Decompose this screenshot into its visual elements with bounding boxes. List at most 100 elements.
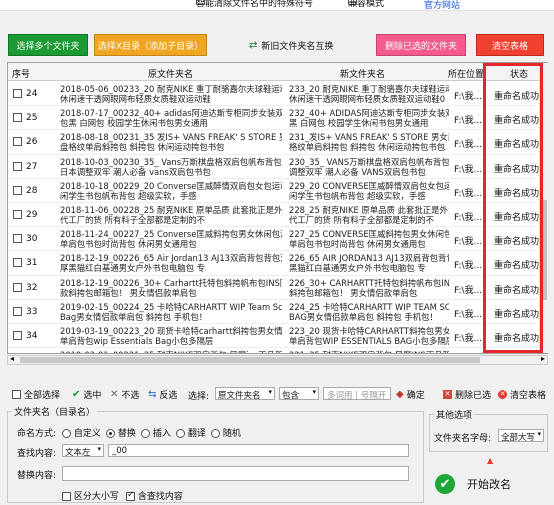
mode-random-label: 随机 [222, 429, 241, 439]
row-original-name-line1: 2018-05-06_00233_20 耐克NIKE 重丁耐骆嘉尔夫球鞋运动 [60, 84, 282, 94]
select-all-checkbox-group[interactable]: 全部选择 [12, 388, 60, 401]
mode-random-option[interactable]: 随机 [211, 426, 241, 439]
mode-translate-option[interactable]: 翻译 [176, 426, 206, 439]
row-checkbox[interactable] [13, 306, 22, 316]
find-input[interactable]: _00 [108, 444, 409, 457]
row-location: F:\我... [454, 285, 483, 296]
find-type-select[interactable]: 文本左 ▾ [62, 444, 104, 458]
row-original-name-line2: 日本调整双牢 潮人必备 vans双肩包书包 [60, 166, 211, 177]
row-original-name: 2018-11-06_00228_25 耐克NIKE 原单品质 此套批正是外贸代… [60, 205, 282, 225]
mode-replace-option[interactable]: 替换 [106, 426, 136, 439]
row-number: 25 [26, 113, 38, 124]
replace-label: 替换内容: [17, 471, 57, 481]
row-checkbox[interactable] [13, 234, 22, 244]
case-sensitive-label: 区分大小写 [73, 492, 119, 502]
field-select-value: 原文件夹名 [218, 391, 261, 401]
select-x-dir-button[interactable]: 选择X目录（添加子目录） [94, 34, 207, 56]
check-circle-icon: ✔ [435, 474, 455, 494]
select-multi-folders-button[interactable]: 选择多个文件夹 [8, 34, 88, 56]
table-hscroll-thumb[interactable] [20, 357, 480, 363]
case-sensitive-option[interactable]: 区分大小写 [62, 489, 119, 502]
mode-random-radio[interactable] [211, 429, 220, 438]
official-site-link[interactable]: 官方网站 [424, 0, 460, 11]
row-new-name-line2: 单肩背包WIP ESSENTIALS BAG小包多隔层 [289, 336, 449, 346]
field-select[interactable]: 原文件夹名 ▾ [215, 387, 275, 401]
replace-input[interactable] [62, 466, 409, 481]
table-row[interactable]: 25 2018-07-17_00232_40+ adidas阿迪达斯专柜同步女装双… [8, 106, 539, 131]
keyword-input[interactable]: 多词用 | 号隔开 [323, 387, 391, 401]
row-checkbox[interactable] [13, 185, 22, 195]
mode-replace-radio[interactable] [106, 429, 115, 438]
table-row[interactable]: 28 2018-10-18_00229_20 Converse匡威醉情双肩包女包运… [8, 179, 539, 203]
table-row[interactable]: 29 2018-11-06_00228_25 耐克NIKE 原单品质 此套批正是外… [8, 203, 539, 228]
row-new-name: 231_发IS+ VANS FREAK' S STORE 男女款棋盘格纹单肩斜挎… [289, 132, 449, 152]
letter-case-select[interactable]: 全部大写 ▾ [498, 429, 544, 443]
row-new-name: 226_30+ CARHARTT托特包斜挎帆布包INS同款斜挎包邮箱包！ 男女情… [289, 278, 449, 298]
row-checkbox[interactable] [13, 210, 22, 219]
include-contains-checkbox[interactable] [126, 490, 135, 501]
table-row[interactable]: 31 2018-12-19_00226_65 Air Jordan13 AJ13双… [8, 251, 539, 276]
row-new-name-line2: 斜挎包邮箱包！ 男女情侣款单肩包 [289, 287, 418, 298]
row-new-name-line2: 单肩包书包时尚背包 休闲男女通用包 [289, 239, 426, 250]
mode-insert-radio[interactable] [141, 429, 150, 438]
clear-table-button[interactable]: 清空表格 [476, 34, 544, 56]
row-location: F:\我... [454, 164, 483, 175]
delete-selected-folders-button[interactable]: 删除已选的文件夹 [376, 34, 466, 56]
select-checked-button[interactable]: ✔ 选中 [72, 388, 101, 401]
toolbar-clear-table-label: 清空表格 [510, 391, 547, 401]
case-sensitive-checkbox[interactable] [62, 492, 71, 501]
start-rename-button[interactable]: ✔ 开始改名 [429, 467, 538, 501]
row-checkbox[interactable] [13, 282, 22, 292]
chevron-down-icon: ▾ [97, 445, 101, 453]
clear-icon: ✕ [498, 390, 507, 399]
confirm-button[interactable]: ◆ 确定 [396, 388, 425, 401]
table-row[interactable]: 352019-03-01_00221_35 耐克NIKE双肩背包 风靡ins正品… [8, 348, 538, 353]
table-row[interactable]: 30 2018-11-24_00227_25 Converse匡威斜挎包男女休闲包… [8, 227, 539, 252]
not-selected-button[interactable]: ✕ 不选 [110, 388, 139, 401]
scroll-left-icon[interactable]: ◂ [10, 354, 14, 363]
row-checkbox[interactable] [13, 258, 22, 268]
table-row[interactable]: 26 2018-08-18_00231_35 发IS+ VANS FREAK' S… [8, 130, 539, 155]
folder-name-options-title: 文件夹名（目录名） [12, 405, 98, 418]
row-original-name-line2: 盘格纹单肩斜挎包 斜挎包 休闲运动挎包书包 [60, 142, 225, 153]
row-original-name-line2: 款斜挎包邮箱包！ 男女情侣款单肩包 [60, 287, 197, 298]
compat-mode-label: 兼容模式 [348, 0, 385, 9]
table-row[interactable]: 34 2019-03-19_00223_20 现货卡哈特carhartt斜挎包男女… [8, 324, 539, 349]
invert-button[interactable]: ⇆ 反选 [148, 388, 177, 401]
row-checkbox[interactable] [13, 137, 22, 147]
select-all-checkbox[interactable] [12, 390, 21, 399]
toolbar-clear-table-button[interactable]: ✕ 清空表格 [498, 388, 546, 401]
table-row[interactable]: 27 2018-10-03_00230_35_ Vans万斯棋盘格双肩包帆布背包日… [8, 155, 539, 179]
mode-custom-label: 自定义 [73, 429, 101, 439]
row-new-name-line1: 221_35 耐克NIKE双肩背包 风靡INS正品新款时 [289, 350, 449, 353]
row-checkbox[interactable] [13, 113, 22, 123]
row-new-name-line2: 格纹单肩斜挎包 斜挎包 休闲运动挎包书包 [289, 142, 446, 153]
row-original-name-line1: 2018-07-17_00232_40+ adidas阿迪达斯专柜同步女装双肩 [60, 108, 282, 119]
row-number: 30 [26, 234, 38, 245]
title-bar: 智能清除文件名中的特殊符号 兼容模式 官方网站 [0, 0, 554, 11]
mode-insert-label: 插入 [152, 429, 171, 439]
confirm-label: 确定 [406, 391, 425, 401]
scroll-right-icon[interactable]: ▸ [541, 354, 545, 363]
mode-custom-radio[interactable] [62, 429, 71, 438]
row-original-name-line1: 2018-08-18_00231_35 发IS+ VANS FREAK' S S… [60, 132, 282, 143]
row-checkbox[interactable] [13, 89, 22, 98]
row-number: 28 [26, 185, 38, 196]
case-option-label: 文件夹名字母: [434, 434, 492, 444]
swap-names-button[interactable]: ⇄ 新旧文件夹名互换 [248, 34, 334, 56]
contains-select[interactable]: 包含 ▾ [279, 387, 319, 401]
other-options-title: 其他选项 [434, 408, 475, 421]
row-checkbox[interactable] [13, 161, 22, 171]
delete-checked-button[interactable]: ✕ 删除已选 [443, 388, 491, 401]
table-row[interactable]: 32 2018-12-19_00226_30+ Carhartt托特包斜挎帆布包I… [8, 276, 539, 300]
include-contains-option[interactable]: 含查找内容 [126, 489, 183, 502]
mode-translate-radio[interactable] [176, 429, 185, 438]
table-hscrollbar[interactable]: ◂ ▸ [7, 354, 548, 365]
row-location: F:\我... [454, 309, 483, 320]
row-checkbox[interactable] [13, 331, 22, 340]
col-new-header: 新文件夹名 [340, 70, 386, 80]
mode-custom-option[interactable]: 自定义 [62, 426, 101, 439]
table-row[interactable]: 33 2019-02-15_00224_25 卡哈特CARHARTT WIP Te… [8, 300, 539, 324]
mode-insert-option[interactable]: 插入 [141, 426, 171, 439]
table-row[interactable]: 24 2018-05-06_00233_20 耐克NIKE 重丁耐骆嘉尔夫球鞋运动… [8, 82, 539, 107]
